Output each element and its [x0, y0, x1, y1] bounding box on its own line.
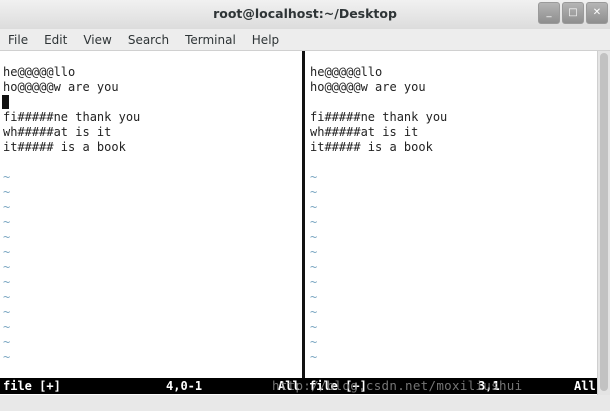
window-bottom-border [0, 395, 610, 411]
menu-bar: File Edit View Search Terminal Help [0, 29, 610, 51]
vertical-scrollbar[interactable] [597, 51, 610, 395]
empty-line-tilde: ~ [3, 320, 11, 334]
empty-line-tilde: ~ [3, 245, 11, 259]
maximize-button[interactable]: □ [562, 2, 584, 24]
editor-pane-left[interactable]: he@@@@@llo ho@@@@@w are you fi#####ne th… [0, 51, 300, 378]
left-file-status: file [+] [3, 379, 61, 393]
empty-line-tilde: ~ [310, 320, 318, 334]
scrollbar-thumb[interactable] [600, 53, 608, 391]
empty-line-tilde: ~ [3, 170, 11, 184]
minimize-button[interactable]: _ [538, 2, 560, 24]
empty-line-tilde: ~ [3, 305, 11, 319]
menu-help[interactable]: Help [244, 33, 287, 47]
text-line: he@@@@@llo [3, 65, 76, 79]
close-button[interactable]: ✕ [586, 2, 608, 24]
empty-line-tilde: ~ [310, 290, 318, 304]
empty-line-tilde: ~ [3, 350, 11, 364]
text-cursor [2, 95, 9, 109]
empty-line-tilde: ~ [310, 230, 318, 244]
empty-line-tilde: ~ [3, 200, 11, 214]
text-line: wh#####at is it [310, 125, 419, 139]
empty-line-tilde: ~ [310, 200, 318, 214]
empty-line-tilde: ~ [3, 275, 11, 289]
empty-line-tilde: ~ [310, 335, 318, 349]
empty-line-tilde: ~ [310, 305, 318, 319]
empty-line-tilde: ~ [3, 215, 11, 229]
menu-view[interactable]: View [75, 33, 119, 47]
empty-line-tilde: ~ [3, 290, 11, 304]
menu-terminal[interactable]: Terminal [177, 33, 244, 47]
empty-line-tilde: ~ [3, 185, 11, 199]
window-controls: _ □ ✕ [536, 2, 608, 24]
vertical-split-divider[interactable] [300, 51, 307, 378]
empty-line-tilde: ~ [3, 260, 11, 274]
editor-pane-right[interactable]: he@@@@@llo ho@@@@@w are you fi#####ne th… [307, 51, 597, 378]
empty-line-tilde: ~ [310, 185, 318, 199]
window-title: root@localhost:~/Desktop [213, 6, 397, 21]
empty-line-tilde: ~ [310, 260, 318, 274]
text-line: wh#####at is it [3, 125, 112, 139]
text-line: ho@@@@@w are you [310, 80, 426, 94]
watermark-text: http://blog.csdn.net/moxiliushui [272, 378, 523, 393]
empty-line-tilde: ~ [310, 275, 318, 289]
text-line: fi#####ne thank you [3, 110, 141, 124]
terminal-area[interactable]: he@@@@@llo ho@@@@@w are you fi#####ne th… [0, 51, 597, 395]
empty-line-tilde: ~ [310, 170, 318, 184]
menu-edit[interactable]: Edit [36, 33, 75, 47]
empty-line-tilde: ~ [310, 350, 318, 364]
left-cursor-position: 4,0-1 [166, 379, 203, 393]
text-line: it##### is a book [3, 140, 126, 154]
text-line: he@@@@@llo [310, 65, 383, 79]
text-line: it##### is a book [310, 140, 433, 154]
title-bar[interactable]: root@localhost:~/Desktop _ □ ✕ [0, 0, 610, 30]
empty-line-tilde: ~ [310, 215, 318, 229]
text-line: ho@@@@@w are you [3, 80, 119, 94]
terminal-window: root@localhost:~/Desktop _ □ ✕ File Edit… [0, 0, 610, 411]
empty-line-tilde: ~ [3, 335, 11, 349]
menu-search[interactable]: Search [120, 33, 177, 47]
menu-file[interactable]: File [0, 33, 36, 47]
empty-line-tilde: ~ [310, 245, 318, 259]
text-line: fi#####ne thank you [310, 110, 448, 124]
empty-line-tilde: ~ [3, 230, 11, 244]
